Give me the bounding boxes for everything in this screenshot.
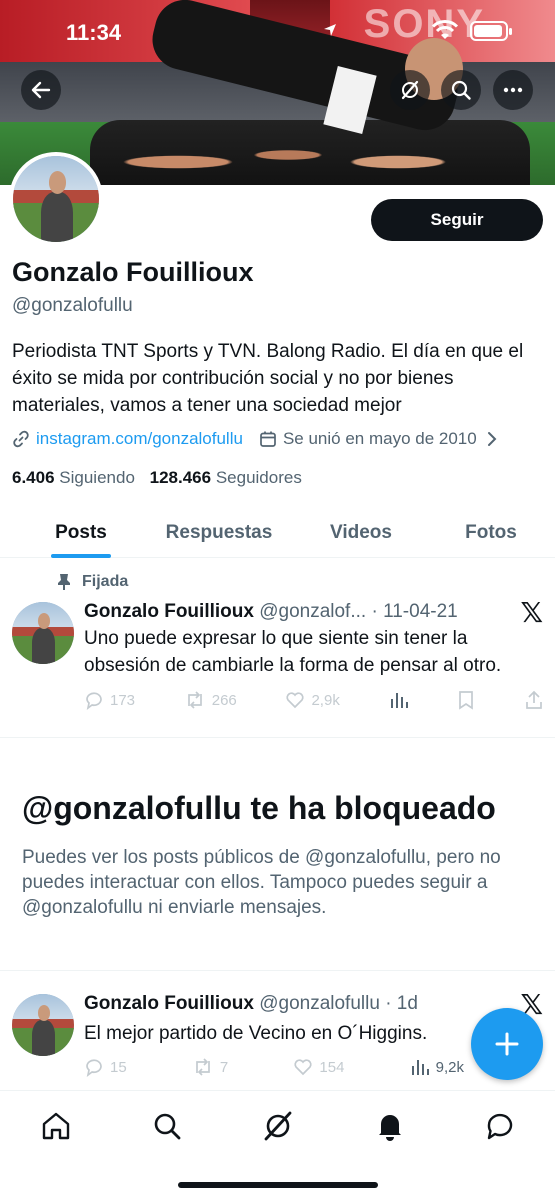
grok-button[interactable] (390, 70, 430, 110)
tab-replies[interactable]: Respuestas (162, 508, 276, 557)
views-count: 9,2k (435, 1058, 464, 1076)
blocked-text: Puedes ver los posts públicos de @gonzal… (22, 847, 501, 918)
like-count: 2,9k (311, 691, 340, 709)
wifi-icon (431, 20, 459, 39)
tweet-date: · 1d (385, 993, 418, 1014)
pinned-label: Fijada (82, 573, 129, 590)
bookmark-icon (459, 691, 474, 710)
divider (0, 737, 555, 738)
reply-count: 173 (110, 691, 136, 709)
tweet-author-name[interactable]: Gonzalo Fouillioux (84, 601, 254, 622)
tweet-text: Uno puede expresar lo que siente sin ten… (84, 628, 502, 676)
tweet-header: Gonzalo Fouillioux @gonzalofullu · 1d (84, 993, 418, 1015)
tweet-author-handle: @gonzalofullu (259, 993, 380, 1014)
profile-handle: @gonzalofullu (12, 295, 133, 316)
banner-crowd (90, 120, 530, 185)
nav-home[interactable] (39, 1109, 73, 1143)
home-icon (42, 1112, 70, 1140)
nav-search[interactable] (150, 1109, 184, 1143)
location-icon (324, 24, 336, 36)
back-button[interactable] (21, 70, 61, 110)
status-time: 11:34 (66, 20, 122, 45)
profile-bio: Periodista TNT Sports y TVN. Balong Radi… (12, 341, 524, 416)
repost-icon (196, 1058, 210, 1076)
like-count: 154 (319, 1058, 345, 1076)
tab-photos[interactable]: Fotos (446, 508, 536, 557)
tweet-header: Gonzalo Fouillioux @gonzalof... · 11-04-… (84, 601, 458, 623)
followers-count: 128.466 (149, 468, 212, 487)
like-button[interactable]: 154 (293, 1057, 344, 1077)
tweet-author-handle: @gonzalof... (259, 601, 367, 622)
calendar-icon (260, 431, 276, 447)
profile-joined: Se unió en mayo de 2010 (282, 429, 477, 448)
search-icon (451, 80, 471, 100)
more-icon (503, 87, 523, 93)
bookmark-button[interactable] (457, 690, 475, 710)
heart-icon (294, 1059, 312, 1076)
reply-count: 15 (110, 1058, 127, 1076)
search-icon (154, 1113, 181, 1140)
profile-meta: instagram.com/gonzalofullu Se unió en ma… (12, 429, 499, 449)
reply-button[interactable]: 15 (84, 1057, 127, 1077)
plus-icon (495, 1032, 519, 1056)
link-icon (13, 430, 29, 448)
follow-button[interactable]: Seguir (371, 199, 543, 241)
followers-link[interactable]: 128.466 Seguidores (150, 468, 302, 487)
search-button[interactable] (441, 70, 481, 110)
following-label: Siguiendo (59, 468, 135, 487)
following-link[interactable]: 6.406 Siguiendo (12, 468, 135, 487)
divider (0, 970, 555, 971)
pin-icon (58, 574, 70, 590)
repost-button[interactable]: 7 (192, 1057, 228, 1077)
tweet-date: · 11-04-21 (371, 601, 458, 622)
profile-tabs: Posts Respuestas Videos Fotos (0, 508, 555, 558)
share-button[interactable] (524, 690, 544, 710)
stats-icon (411, 1060, 429, 1075)
chat-icon (487, 1113, 513, 1140)
tweet-avatar[interactable] (12, 994, 74, 1056)
bell-icon (379, 1115, 401, 1141)
compose-button[interactable] (471, 1008, 543, 1080)
profile-stats: 6.406 Siguiendo 128.466 Seguidores (12, 468, 302, 488)
blocked-title: @gonzalofullu te ha bloqueado (22, 790, 496, 826)
battery-icon (470, 21, 512, 41)
stats-icon (390, 693, 408, 708)
repost-icon (187, 691, 202, 709)
nav-grok[interactable] (261, 1109, 295, 1143)
like-button[interactable]: 2,9k (285, 690, 340, 710)
profile-avatar[interactable] (9, 152, 103, 246)
tab-videos[interactable]: Videos (276, 508, 446, 557)
views-button[interactable]: 9,2k (410, 1057, 464, 1077)
views-button[interactable] (389, 690, 409, 710)
reply-icon (86, 692, 102, 710)
chevron-right-icon[interactable] (485, 430, 499, 448)
arrow-left-icon (31, 81, 51, 99)
repost-button[interactable]: 266 (184, 690, 237, 710)
nav-notifications[interactable] (373, 1109, 407, 1143)
tweet-author-name[interactable]: Gonzalo Fouillioux (84, 993, 254, 1014)
reply-button[interactable]: 173 (84, 690, 135, 710)
repost-count: 7 (219, 1058, 229, 1076)
tweet-actions: 15 7 154 9,2k (84, 1057, 464, 1077)
followers-label: Seguidores (215, 468, 302, 487)
reply-icon (86, 1059, 102, 1077)
pinned-tweet[interactable]: Gonzalo Fouillioux @gonzalof... · 11-04-… (0, 597, 555, 723)
pinned-indicator: Fijada (56, 573, 128, 591)
home-indicator (178, 1182, 378, 1188)
grok-icon (264, 1111, 292, 1141)
status-icons (420, 18, 520, 46)
following-count: 6.406 (12, 468, 55, 487)
profile-name: Gonzalo Fouillioux (12, 257, 254, 287)
repost-count: 266 (211, 691, 237, 709)
grok-icon (401, 80, 419, 100)
share-icon (526, 690, 542, 709)
profile-link[interactable]: instagram.com/gonzalofullu (36, 429, 243, 449)
more-button[interactable] (493, 70, 533, 110)
nav-messages[interactable] (483, 1109, 517, 1143)
tweet-avatar[interactable] (12, 602, 74, 664)
heart-icon (286, 692, 305, 709)
tweet-actions: 173 266 2,9k (84, 690, 544, 710)
tab-posts[interactable]: Posts (0, 508, 162, 557)
